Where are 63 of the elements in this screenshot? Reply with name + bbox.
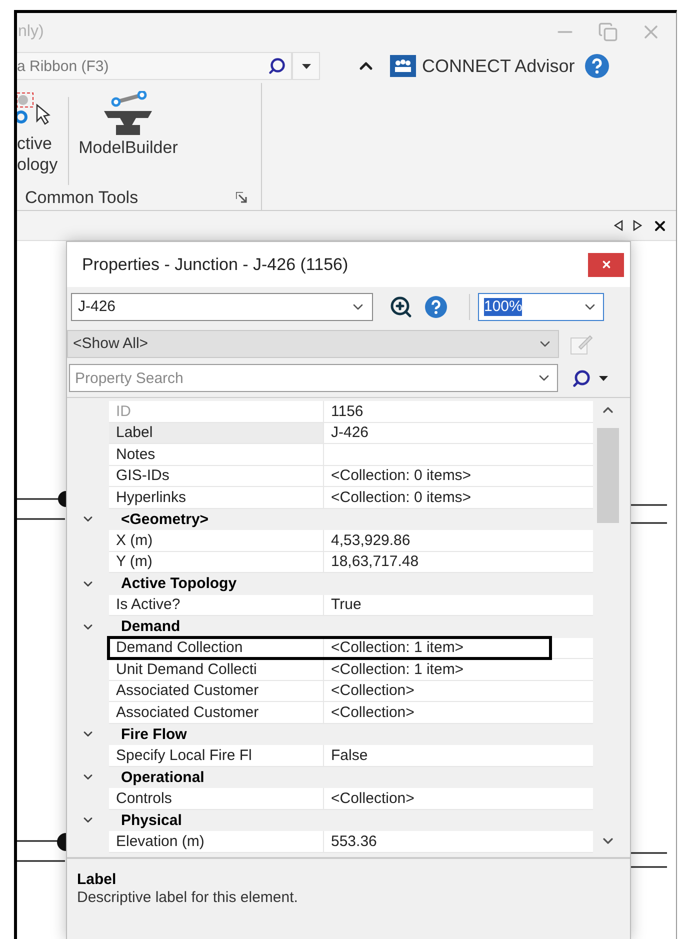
property-name-cell[interactable]: Unit Demand Collecti xyxy=(109,659,324,680)
property-name-cell[interactable]: Elevation (m) xyxy=(109,831,324,852)
property-name-cell[interactable]: Associated Customer xyxy=(109,702,324,724)
category-label: Operational xyxy=(121,770,204,785)
property-name-cell[interactable]: Is Active? xyxy=(109,594,324,616)
property-name-cell[interactable]: X (m) xyxy=(109,530,324,552)
property-name-cell[interactable]: Associated Customer xyxy=(109,680,324,702)
zoom-combobox[interactable]: 100% xyxy=(478,293,604,321)
property-name-cell[interactable]: Y (m) xyxy=(109,552,324,573)
element-combobox[interactable]: J-426 xyxy=(71,293,373,321)
property-name-cell[interactable]: GIS-IDs xyxy=(109,466,324,487)
property-value-cell[interactable]: 553.36 xyxy=(324,831,593,852)
right-arrow-icon[interactable] xyxy=(633,220,642,231)
category-label: Active Topology xyxy=(121,576,237,592)
property-value-cell[interactable]: True xyxy=(324,594,593,616)
description-text: Descriptive label for this element. xyxy=(77,889,299,907)
property-name-cell[interactable]: Notes xyxy=(109,444,324,466)
search-icon[interactable] xyxy=(572,368,591,388)
caret-icon[interactable] xyxy=(599,376,608,380)
people-icon[interactable] xyxy=(390,55,416,77)
property-value-cell[interactable]: <Collection: 1 item> xyxy=(324,659,593,680)
ribbon-button-label: ctive xyxy=(17,133,52,154)
property-name-cell[interactable]: Hyperlinks xyxy=(109,487,324,508)
property-value-cell[interactable]: <Collection> xyxy=(324,702,593,724)
scrollbar-thumb[interactable] xyxy=(597,428,619,523)
ribbon-button-label: ModelBuilder xyxy=(78,137,178,158)
ribbon-button[interactable]: ModelBuilder xyxy=(78,91,178,158)
left-arrow-icon[interactable] xyxy=(614,220,623,231)
search-dropdown-button[interactable] xyxy=(292,52,320,80)
search-icon[interactable] xyxy=(268,57,286,75)
zoom-icon[interactable] xyxy=(389,295,413,319)
property-search-field[interactable]: Property Search xyxy=(69,364,558,392)
property-name-cell[interactable]: Specify Local Fire Fl xyxy=(109,745,324,766)
ribbon-search-field[interactable]: a Ribbon (F3) xyxy=(17,52,292,80)
category-label: Physical xyxy=(121,812,182,828)
dialog-launcher-icon[interactable] xyxy=(236,192,247,204)
ribbon-group-label: Common Tools xyxy=(25,187,138,209)
property-value-cell[interactable]: J-426 xyxy=(324,422,593,444)
property-value-cell[interactable] xyxy=(324,444,593,466)
caret-icon xyxy=(302,64,310,68)
property-name-cell[interactable]: Label xyxy=(109,422,324,444)
property-value-cell[interactable]: <Collection> xyxy=(324,788,593,810)
window-title: nly) xyxy=(17,22,44,42)
dialog-title: Properties - Junction - J-426 (1156) xyxy=(82,254,348,276)
property-value-cell[interactable]: <Collection: 0 items> xyxy=(324,466,593,487)
property-value-cell[interactable]: False xyxy=(324,745,593,766)
property-value-cell[interactable]: <Collection: 0 items> xyxy=(324,487,593,508)
property-value-cell[interactable]: <Collection> xyxy=(324,680,593,702)
close-button[interactable] xyxy=(588,252,624,276)
property-value-cell[interactable]: 4,53,929.86 xyxy=(324,530,593,552)
help-icon[interactable] xyxy=(584,54,609,78)
category-label: Fire Flow xyxy=(121,726,187,742)
category-label: Demand xyxy=(121,619,180,634)
help-icon[interactable] xyxy=(425,296,447,318)
property-name-cell[interactable]: Controls xyxy=(109,788,324,810)
ribbon-button[interactable]: ctive ology xyxy=(17,91,58,175)
ribbon-button-label: ology xyxy=(17,154,58,175)
description-title: Label xyxy=(77,871,118,889)
property-value-cell[interactable]: 18,63,717.48 xyxy=(324,552,593,573)
connect-advisor-label[interactable]: CONNECT Advisor xyxy=(422,52,575,80)
category-label: <Geometry> xyxy=(121,512,209,527)
close-icon xyxy=(600,259,612,270)
filter-combobox[interactable]: <Show All> xyxy=(67,330,559,358)
